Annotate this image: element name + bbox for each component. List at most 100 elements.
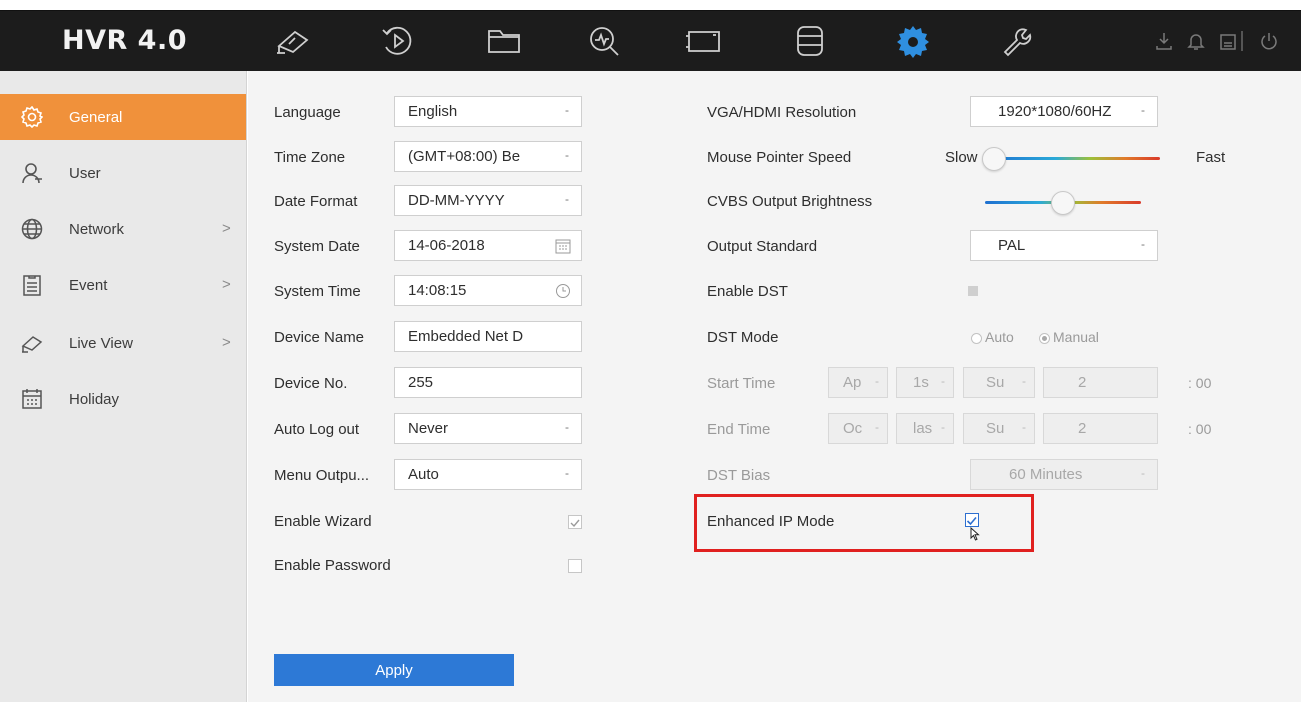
mouse-speed-slider[interactable] bbox=[982, 147, 1160, 171]
sidebar-item-holiday[interactable]: Holiday bbox=[0, 376, 246, 422]
sidebar-item-label: Holiday bbox=[69, 391, 120, 408]
output-standard-label: Output Standard bbox=[707, 238, 818, 255]
enhanced-ip-mode-checkbox[interactable] bbox=[965, 513, 979, 527]
product-logo: HVR 4.0 bbox=[62, 25, 188, 56]
dst-mode-manual-label: Manual bbox=[1053, 329, 1099, 345]
start-time-label: Start Time bbox=[707, 375, 776, 392]
configuration-icon[interactable] bbox=[893, 24, 933, 58]
checkmark-icon bbox=[570, 519, 580, 528]
chevron-down-icon: - bbox=[1022, 374, 1026, 388]
live-view-icon[interactable] bbox=[273, 24, 313, 58]
enable-dst-label: Enable DST bbox=[707, 283, 788, 300]
device-no-input[interactable]: 255 bbox=[394, 367, 582, 398]
auto-logout-select[interactable]: Never - bbox=[394, 413, 582, 444]
sidebar-item-general[interactable]: General bbox=[0, 94, 246, 140]
device-no-label: Device No. bbox=[274, 375, 348, 392]
chevron-down-icon: - bbox=[1022, 420, 1026, 434]
sidebar-item-event[interactable]: Event > bbox=[0, 262, 246, 308]
chevron-down-icon: - bbox=[875, 374, 879, 388]
end-month-select[interactable]: Oc - bbox=[828, 413, 888, 444]
enable-password-checkbox[interactable] bbox=[568, 559, 582, 573]
chevron-down-icon: - bbox=[565, 148, 569, 162]
resolution-select[interactable]: 1920*1080/60HZ - bbox=[970, 96, 1158, 127]
sidebar-item-user[interactable]: User bbox=[0, 150, 246, 196]
chevron-right-icon: > bbox=[222, 220, 231, 237]
dst-mode-label: DST Mode bbox=[707, 329, 779, 346]
menu-output-select[interactable]: Auto - bbox=[394, 459, 582, 490]
system-time-field[interactable]: 14:08:15 bbox=[394, 275, 582, 306]
auto-logout-label: Auto Log out bbox=[274, 421, 360, 438]
start-month-select[interactable]: Ap - bbox=[828, 367, 888, 398]
enhanced-ip-mode-label: Enhanced IP Mode bbox=[707, 513, 835, 530]
general-settings-panel: Language English - Time Zone (GMT+08:00) … bbox=[248, 71, 1301, 702]
sidebar-item-network[interactable]: Network > bbox=[0, 206, 246, 252]
end-hour-input[interactable]: 2 bbox=[1043, 413, 1158, 444]
slider-thumb[interactable] bbox=[1051, 191, 1075, 215]
enable-wizard-label: Enable Wizard bbox=[274, 513, 372, 530]
date-format-label: Date Format bbox=[274, 193, 358, 210]
search-icon[interactable] bbox=[584, 24, 624, 58]
file-management-icon[interactable] bbox=[484, 24, 524, 58]
globe-icon bbox=[21, 218, 43, 240]
apply-button[interactable]: Apply bbox=[274, 654, 514, 686]
start-week-select[interactable]: 1s - bbox=[896, 367, 954, 398]
end-week-select[interactable]: las - bbox=[896, 413, 954, 444]
end-day-select[interactable]: Su - bbox=[963, 413, 1035, 444]
slider-thumb[interactable] bbox=[982, 147, 1006, 171]
language-label: Language bbox=[274, 104, 341, 121]
date-format-select[interactable]: DD-MM-YYYY - bbox=[394, 185, 582, 216]
checkmark-icon bbox=[966, 516, 977, 526]
dst-mode-auto-radio[interactable] bbox=[971, 333, 982, 344]
end-time-label: End Time bbox=[707, 421, 771, 438]
chevron-down-icon: - bbox=[1141, 103, 1145, 117]
sidebar-item-live-view[interactable]: Live View > bbox=[0, 320, 246, 366]
chevron-right-icon: > bbox=[222, 334, 231, 351]
alarm-bell-icon[interactable] bbox=[1186, 31, 1206, 51]
sidebar-item-label: Network bbox=[69, 221, 125, 238]
enable-dst-checkbox[interactable] bbox=[968, 286, 978, 296]
output-standard-select[interactable]: PAL - bbox=[970, 230, 1158, 261]
chevron-down-icon: - bbox=[565, 466, 569, 480]
end-minutes-label: : 00 bbox=[1188, 421, 1212, 437]
enable-wizard-checkbox[interactable] bbox=[568, 515, 582, 529]
smart-analysis-icon[interactable] bbox=[684, 24, 724, 58]
sidebar-item-label: Live View bbox=[69, 335, 133, 352]
sidebar-item-label: General bbox=[69, 109, 123, 126]
device-name-input[interactable]: Embedded Net D bbox=[394, 321, 582, 352]
chevron-right-icon: > bbox=[222, 276, 231, 293]
dst-bias-select[interactable]: 60 Minutes - bbox=[970, 459, 1158, 490]
dst-bias-label: DST Bias bbox=[707, 467, 771, 484]
enable-password-label: Enable Password bbox=[274, 557, 391, 574]
language-select[interactable]: English - bbox=[394, 96, 582, 127]
clock-icon[interactable] bbox=[555, 283, 571, 299]
user-icon bbox=[22, 163, 42, 184]
calendar-icon[interactable] bbox=[555, 238, 571, 254]
chevron-down-icon: - bbox=[565, 420, 569, 434]
camera-icon bbox=[21, 336, 43, 353]
sidebar-item-label: User bbox=[69, 165, 101, 182]
mouse-cursor-icon bbox=[970, 527, 980, 541]
start-day-select[interactable]: Su - bbox=[963, 367, 1035, 398]
playback-icon[interactable] bbox=[378, 24, 418, 58]
sidebar-item-label: Event bbox=[69, 277, 108, 294]
maintenance-icon[interactable] bbox=[996, 24, 1036, 58]
gear-icon bbox=[21, 106, 43, 128]
resolution-label: VGA/HDMI Resolution bbox=[707, 104, 857, 121]
dst-mode-manual-radio[interactable] bbox=[1039, 333, 1050, 344]
cvbs-brightness-label: CVBS Output Brightness bbox=[707, 193, 873, 210]
system-date-field[interactable]: 14-06-2018 bbox=[394, 230, 582, 261]
time-zone-select[interactable]: (GMT+08:00) Be - bbox=[394, 141, 582, 172]
cvbs-brightness-slider[interactable] bbox=[985, 191, 1141, 215]
dst-mode-auto-label: Auto bbox=[985, 329, 1014, 345]
download-icon[interactable] bbox=[1154, 31, 1174, 51]
system-time-label: System Time bbox=[274, 283, 361, 300]
chevron-down-icon: - bbox=[565, 192, 569, 206]
start-hour-input[interactable]: 2 bbox=[1043, 367, 1158, 398]
chevron-down-icon: - bbox=[875, 420, 879, 434]
storage-icon[interactable] bbox=[790, 24, 830, 58]
chevron-down-icon: - bbox=[941, 420, 945, 434]
slow-label: Slow bbox=[945, 149, 978, 166]
lock-icon[interactable] bbox=[1218, 31, 1238, 51]
power-icon[interactable] bbox=[1259, 31, 1279, 51]
time-zone-label: Time Zone bbox=[274, 149, 346, 166]
